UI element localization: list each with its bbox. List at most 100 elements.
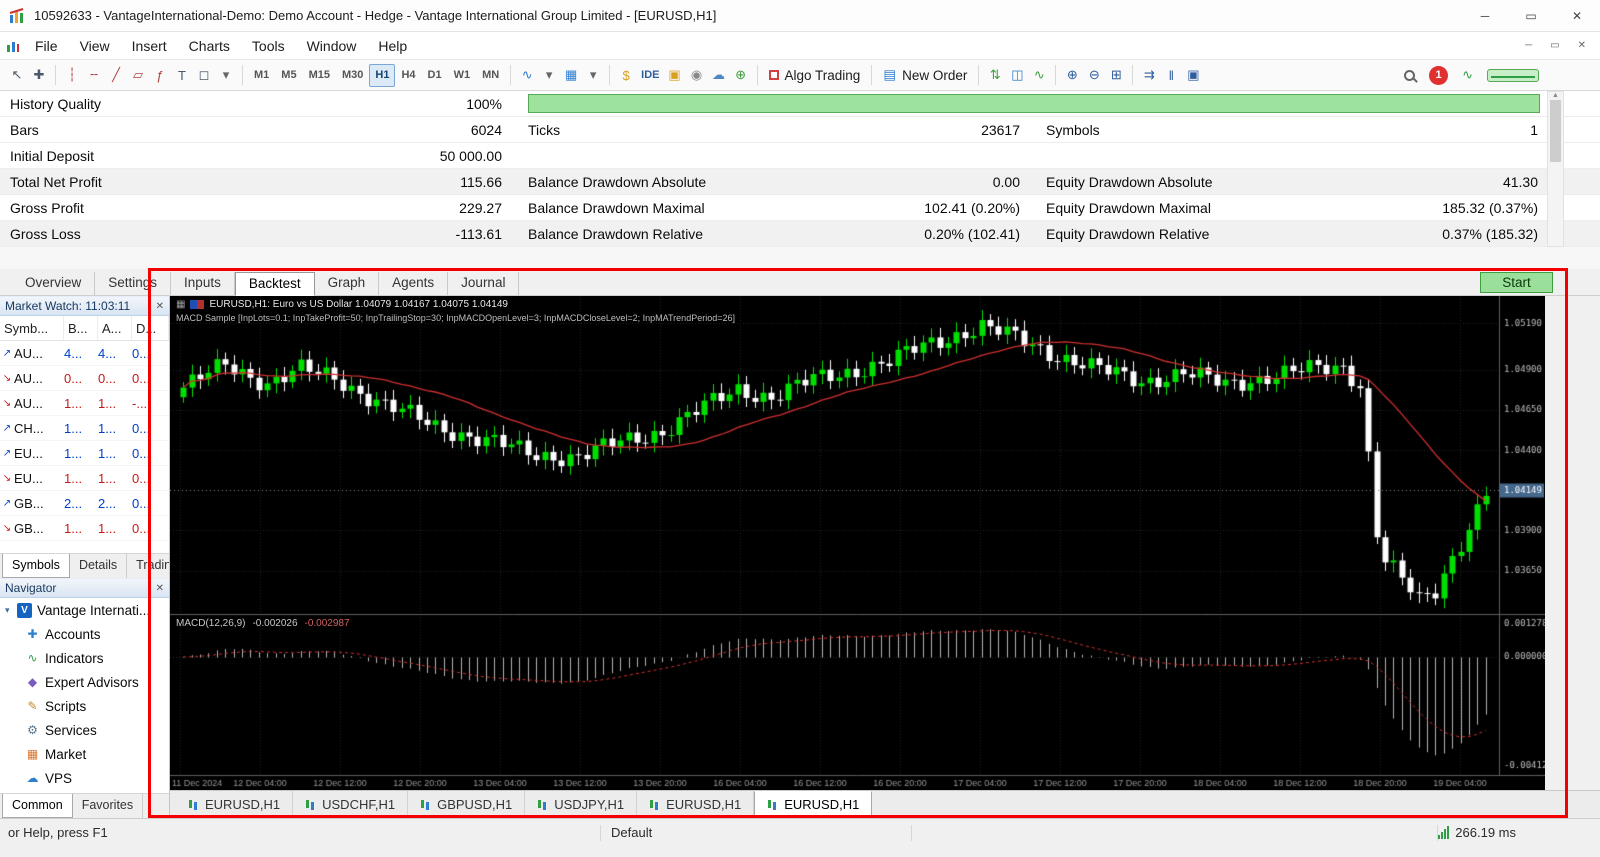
mql5-connection-widget[interactable] bbox=[1487, 68, 1539, 82]
market-watch-row[interactable]: ↗ AU... 4... 4... 0... bbox=[0, 341, 169, 366]
search-icon[interactable] bbox=[1404, 69, 1416, 81]
indicators-list-icon[interactable]: ▦ bbox=[560, 64, 582, 87]
chart-tab-usdjpy-h1-3[interactable]: USDJPY,H1 bbox=[525, 791, 638, 818]
dollar-icon[interactable]: $ bbox=[615, 64, 637, 87]
mdi-minimize-icon[interactable]: ─ bbox=[1525, 40, 1532, 51]
menu-item-help[interactable]: Help bbox=[367, 34, 418, 58]
grid-icon[interactable]: ⊞ bbox=[1105, 64, 1127, 87]
record-icon[interactable]: ◉ bbox=[686, 64, 708, 87]
line-chart-icon[interactable]: ∿ bbox=[516, 64, 538, 87]
menu-item-tools[interactable]: Tools bbox=[241, 34, 296, 58]
chart-tab-eurusd-h1-5[interactable]: EURUSD,H1 bbox=[754, 791, 873, 818]
market-watch-tab-trading[interactable]: Trading bbox=[127, 554, 169, 578]
scrollbar-thumb[interactable] bbox=[1550, 100, 1561, 162]
depth-of-market-icon[interactable]: ∿ bbox=[1028, 64, 1050, 87]
maximize-icon[interactable]: ▭ bbox=[1508, 0, 1554, 31]
ide-button[interactable]: IDE bbox=[637, 64, 663, 87]
timeframe-mn-button[interactable]: MN bbox=[476, 64, 505, 87]
sort-icon[interactable]: ⇅ bbox=[984, 64, 1006, 87]
timeframe-d1-button[interactable]: D1 bbox=[422, 64, 448, 87]
timeframe-m30-button[interactable]: M30 bbox=[336, 64, 369, 87]
market-watch-row[interactable]: ↘ AU... 0... 0... 0... bbox=[0, 366, 169, 391]
menu-item-file[interactable]: File bbox=[24, 34, 69, 58]
menu-item-window[interactable]: Window bbox=[296, 34, 368, 58]
navigator-item-indicators[interactable]: ∿ Indicators bbox=[0, 646, 169, 670]
connection-section[interactable]: 266.19 ms bbox=[1438, 825, 1516, 840]
timeframe-m1-button[interactable]: M1 bbox=[248, 64, 275, 87]
timeframe-w1-button[interactable]: W1 bbox=[448, 64, 477, 87]
market-watch-column-header[interactable]: A... bbox=[98, 316, 132, 340]
navigator-root-item[interactable]: ▾ V Vantage Internati... bbox=[0, 598, 169, 622]
algo-trading-button[interactable]: Algo Trading bbox=[763, 68, 867, 83]
navigator-item-accounts[interactable]: ✚ Accounts bbox=[0, 622, 169, 646]
chart-tab-eurusd-h1-0[interactable]: EURUSD,H1 bbox=[176, 791, 294, 818]
menu-item-insert[interactable]: Insert bbox=[121, 34, 178, 58]
navigator-item-market[interactable]: ▦ Market bbox=[0, 742, 169, 766]
navigator-close-icon[interactable]: ✕ bbox=[156, 583, 164, 594]
text-icon[interactable]: T bbox=[171, 64, 193, 87]
crosshair-icon[interactable]: ✚ bbox=[28, 64, 50, 87]
menu-item-charts[interactable]: Charts bbox=[178, 34, 241, 58]
tester-tab-graph[interactable]: Graph bbox=[315, 272, 380, 295]
close-icon[interactable]: ✕ bbox=[1554, 0, 1600, 31]
wallet-icon[interactable]: ▣ bbox=[664, 64, 686, 87]
tile-windows-icon[interactable]: ◫ bbox=[1006, 64, 1028, 87]
zoom-in-icon[interactable]: ⊕ bbox=[1061, 64, 1083, 87]
tester-tab-journal[interactable]: Journal bbox=[448, 272, 520, 295]
market-watch-tab-symbols[interactable]: Symbols bbox=[2, 554, 70, 578]
community-icon[interactable]: ⊕ bbox=[730, 64, 752, 87]
timeframe-h1-button[interactable]: H1 bbox=[369, 63, 396, 87]
trendline-icon[interactable]: ╱ bbox=[105, 64, 127, 87]
stats-scrollbar[interactable]: ▲ bbox=[1547, 91, 1564, 247]
market-watch-row[interactable]: ↘ EU... 1... 1... 0... bbox=[0, 466, 169, 491]
tester-tab-settings[interactable]: Settings bbox=[95, 272, 172, 295]
market-watch-close-icon[interactable]: ✕ bbox=[156, 301, 164, 312]
market-watch-column-header[interactable]: B... bbox=[64, 316, 98, 340]
expand-arrow-icon[interactable]: ▾ bbox=[5, 605, 17, 616]
mdi-restore-icon[interactable]: ▭ bbox=[1550, 40, 1559, 51]
horizontal-line-icon[interactable]: ╌ bbox=[83, 64, 105, 87]
timeframe-m5-button[interactable]: M5 bbox=[275, 64, 302, 87]
market-watch-row[interactable]: ↗ CH... 1... 1... 0... bbox=[0, 416, 169, 441]
market-watch-row[interactable]: ↘ AU... 1... 1... -... bbox=[0, 391, 169, 416]
objects-dropdown-icon[interactable]: ▾ bbox=[215, 64, 237, 87]
timeframe-h4-button[interactable]: H4 bbox=[395, 64, 421, 87]
market-watch-column-header[interactable]: D... bbox=[132, 316, 169, 340]
market-watch-row[interactable]: ↗ EU... 1... 1... 0... bbox=[0, 441, 169, 466]
navigator-item-services[interactable]: ⚙ Services bbox=[0, 718, 169, 742]
channel-icon[interactable]: ▱ bbox=[127, 64, 149, 87]
zoom-out-icon[interactable]: ⊖ bbox=[1083, 64, 1105, 87]
timeframe-m15-button[interactable]: M15 bbox=[303, 64, 336, 87]
fibonacci-icon[interactable]: ƒ bbox=[149, 64, 171, 87]
market-watch-row[interactable]: ↗ GB... 2... 2... 0... bbox=[0, 491, 169, 516]
menu-item-view[interactable]: View bbox=[69, 34, 121, 58]
chart-tab-eurusd-h1-4[interactable]: EURUSD,H1 bbox=[637, 791, 755, 818]
chart-tab-usdchf-h1-1[interactable]: USDCHF,H1 bbox=[293, 791, 409, 818]
new-order-button[interactable]: ▤ New Order bbox=[877, 67, 973, 83]
tester-tab-overview[interactable]: Overview bbox=[12, 272, 96, 295]
navigator-item-expert-advisors[interactable]: ◆ Expert Advisors bbox=[0, 670, 169, 694]
chart-tab-gbpusd-h1-2[interactable]: GBPUSD,H1 bbox=[408, 791, 526, 818]
pointer-icon[interactable]: ↖ bbox=[6, 64, 28, 87]
mdi-close-icon[interactable]: ✕ bbox=[1578, 40, 1586, 51]
navigator-tab-favorites[interactable]: Favorites bbox=[73, 794, 144, 818]
tester-tab-backtest[interactable]: Backtest bbox=[234, 272, 315, 296]
snapshot-icon[interactable]: ▣ bbox=[1182, 64, 1204, 87]
tester-tab-inputs[interactable]: Inputs bbox=[171, 272, 235, 295]
pause-icon[interactable]: ‖ bbox=[1160, 64, 1182, 87]
step-forward-icon[interactable]: ⇉ bbox=[1138, 64, 1160, 87]
minimize-icon[interactable]: ─ bbox=[1462, 0, 1508, 31]
navigator-tab-common[interactable]: Common bbox=[2, 794, 73, 818]
indicators-dropdown-icon[interactable]: ▾ bbox=[582, 64, 604, 87]
start-button[interactable]: Start bbox=[1480, 272, 1553, 293]
chart-type-dropdown-icon[interactable]: ▾ bbox=[538, 64, 560, 87]
chart-menu-icon[interactable]: ▦ bbox=[176, 299, 185, 310]
market-watch-column-header[interactable]: Symb... bbox=[0, 316, 64, 340]
notification-badge[interactable]: 1 bbox=[1429, 65, 1449, 85]
shapes-icon[interactable]: ◻ bbox=[193, 64, 215, 87]
tester-tab-agents[interactable]: Agents bbox=[379, 272, 449, 295]
navigator-item-scripts[interactable]: ✎ Scripts bbox=[0, 694, 169, 718]
market-watch-row[interactable]: ↘ GB... 1... 1... 0... bbox=[0, 516, 169, 541]
market-watch-tab-details[interactable]: Details bbox=[70, 554, 128, 578]
vertical-line-icon[interactable]: ┆ bbox=[61, 64, 83, 87]
